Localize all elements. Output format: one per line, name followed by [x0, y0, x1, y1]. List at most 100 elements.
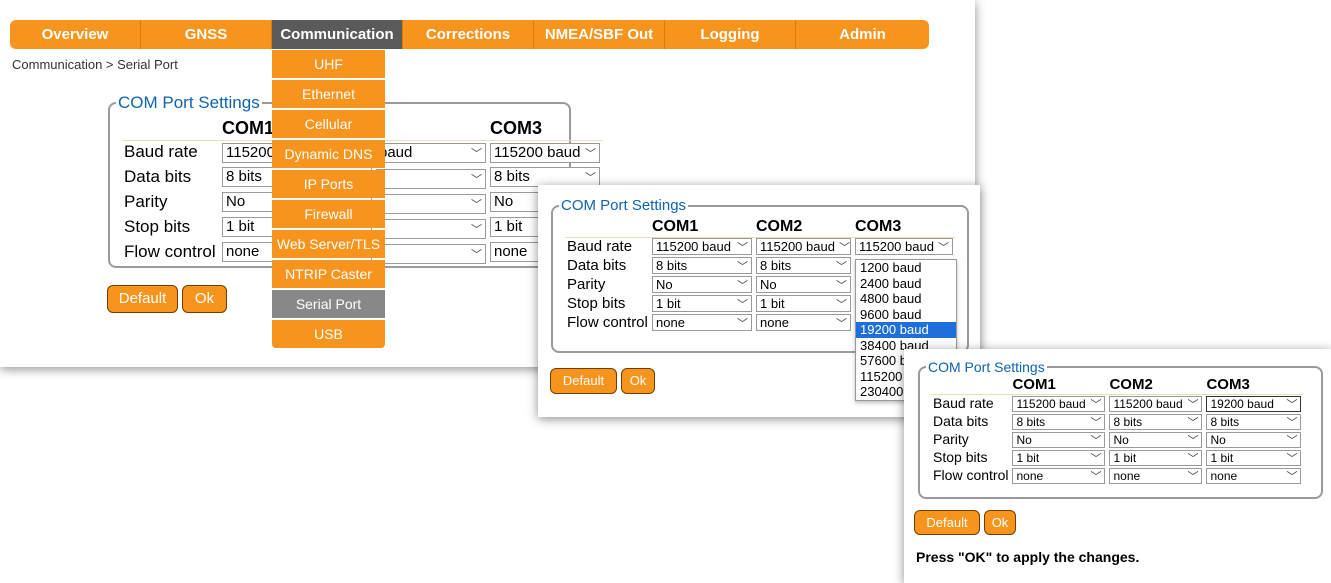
com2-baud-value: 115200 baud [760, 239, 835, 255]
com2-baud-select[interactable]: baud ﹀ [376, 142, 486, 163]
chevron-down-icon: ﹀ [471, 199, 482, 211]
chevron-down-icon: ﹀ [1286, 416, 1298, 429]
chevron-down-icon: ﹀ [1286, 398, 1298, 411]
chevron-down-icon: ﹀ [1090, 434, 1102, 447]
submenu-dynamic-dns[interactable]: Dynamic DNS [272, 140, 385, 168]
com2-flow-control-select[interactable]: none ﹀ [756, 314, 851, 331]
data-bits-label: Data bits [567, 257, 627, 274]
chevron-down-icon: ﹀ [1090, 398, 1102, 411]
com2-data-bits-select[interactable]: 8 bits ﹀ [756, 257, 851, 274]
baud-option-2400[interactable]: 2400 baud [856, 276, 956, 292]
com1-baud-select[interactable]: 115200 baud ﹀ [1012, 395, 1106, 412]
com2-flow-control-select[interactable]: none ﹀ [1109, 467, 1203, 484]
submenu-cellular[interactable]: Cellular [272, 110, 385, 138]
com1-data-bits-value: 8 bits [226, 168, 262, 186]
com-port-settings-legend: COM Port Settings [561, 197, 687, 214]
data-bits-label: Data bits [124, 166, 192, 186]
ok-button[interactable]: Ok [984, 510, 1016, 535]
chevron-down-icon: ﹀ [1187, 398, 1199, 411]
com2-parity-select[interactable]: No ﹀ [756, 276, 851, 293]
com3-stop-bits-select[interactable]: 1 bit ﹀ [1206, 449, 1302, 466]
com2-baud-select[interactable]: 115200 baud ﹀ [756, 238, 851, 256]
com2-data-bits-select[interactable]: ﹀ [376, 169, 486, 189]
com1-stop-bits-select[interactable]: 1 bit ﹀ [652, 295, 752, 312]
nav-communication[interactable]: Communication [272, 20, 403, 49]
default-button[interactable]: Default [550, 368, 617, 394]
com1-stop-bits-select[interactable]: 1 bit ﹀ [1012, 449, 1106, 466]
com2-stop-bits-select[interactable]: ﹀ [376, 219, 486, 239]
baud-option-19200[interactable]: 19200 baud [856, 322, 956, 338]
com3-data-bits-select[interactable]: 8 bits ﹀ [490, 166, 600, 187]
baud-option-4800[interactable]: 4800 baud [856, 291, 956, 307]
apply-changes-message: Press "OK" to apply the changes. [916, 549, 1140, 565]
ok-button[interactable]: Ok [621, 368, 655, 394]
parity-label: Parity [567, 276, 606, 293]
com-port-settings-legend: COM Port Settings [118, 93, 260, 112]
com3-baud-select[interactable]: 19200 baud ﹀ [1206, 395, 1302, 412]
com1-data-bits-value: 8 bits [656, 258, 688, 273]
confirm-changes-window: COM Port Settings COM1 COM2 COM3 Baud ra… [904, 349, 1331, 583]
com3-stop-bits-value: 1 bit [494, 218, 523, 236]
default-button[interactable]: Default [107, 285, 178, 313]
com3-baud-select[interactable]: 115200 baud ﹀ [855, 238, 953, 256]
com1-baud-select[interactable]: 115200 baud ﹀ [652, 238, 752, 256]
nav-admin[interactable]: Admin [796, 20, 929, 49]
com2-baud-select[interactable]: 115200 baud ﹀ [1109, 395, 1203, 412]
submenu-web-server-tls[interactable]: Web Server/TLS [272, 230, 385, 258]
com1-flow-control-value: none [1016, 468, 1044, 483]
nav-logging[interactable]: Logging [665, 20, 796, 49]
submenu-ntrip-caster[interactable]: NTRIP Caster [272, 260, 385, 288]
nav-overview[interactable]: Overview [10, 20, 141, 49]
com2-stop-bits-value: 1 bit [760, 296, 785, 311]
flow-control-label: Flow control [933, 467, 1009, 483]
com2-baud-value: 115200 baud [1113, 396, 1183, 411]
nav-corrections[interactable]: Corrections [403, 20, 534, 49]
com3-data-bits-value: 8 bits [1210, 414, 1240, 429]
com2-parity-select[interactable]: No ﹀ [1109, 431, 1203, 448]
com1-data-bits-select[interactable]: 8 bits ﹀ [1012, 413, 1106, 430]
com1-flow-control-select[interactable]: none ﹀ [1012, 467, 1106, 484]
data-bits-label: Data bits [933, 413, 989, 429]
com1-data-bits-select[interactable]: 8 bits ﹀ [652, 257, 752, 274]
chevron-down-icon: ﹀ [471, 174, 482, 186]
submenu-usb[interactable]: USB [272, 320, 385, 348]
com2-stop-bits-select[interactable]: 1 bit ﹀ [756, 295, 851, 312]
column-header-com3: COM3 [490, 118, 543, 139]
submenu-serial-port[interactable]: Serial Port [272, 290, 385, 318]
nav-gnss[interactable]: GNSS [141, 20, 272, 49]
ok-button[interactable]: Ok [182, 285, 227, 313]
com2-stop-bits-select[interactable]: 1 bit ﹀ [1109, 449, 1203, 466]
com3-baud-select[interactable]: 115200 baud ﹀ [490, 142, 600, 163]
com2-flow-control-select[interactable]: ﹀ [376, 244, 486, 264]
parity-label: Parity [933, 431, 969, 447]
submenu-uhf[interactable]: UHF [272, 50, 385, 78]
com1-baud-value: 115200 [226, 144, 275, 161]
default-button[interactable]: Default [914, 510, 980, 535]
submenu-firewall[interactable]: Firewall [272, 200, 385, 228]
nav-nmea-sbf-out[interactable]: NMEA/SBF Out [534, 20, 665, 49]
baud-option-1200[interactable]: 1200 baud [856, 260, 956, 276]
com1-baud-value: 115200 baud [656, 239, 731, 255]
com3-parity-select[interactable]: No ﹀ [1206, 431, 1302, 448]
com2-data-bits-select[interactable]: 8 bits ﹀ [1109, 413, 1203, 430]
chevron-down-icon: ﹀ [1187, 470, 1199, 483]
flow-control-label: Flow control [124, 241, 216, 261]
parity-label: Parity [124, 191, 168, 211]
com1-flow-control-select[interactable]: none ﹀ [652, 314, 752, 331]
com3-baud-value: 19200 baud [1210, 396, 1274, 411]
communication-submenu: UHF Ethernet Cellular Dynamic DNS IP Por… [272, 50, 385, 350]
com3-data-bits-select[interactable]: 8 bits ﹀ [1206, 413, 1302, 430]
com1-flow-control-value: none [656, 315, 685, 330]
com3-flow-control-select[interactable]: none ﹀ [1206, 467, 1302, 484]
submenu-ethernet[interactable]: Ethernet [272, 80, 385, 108]
com2-parity-select[interactable]: ﹀ [376, 194, 486, 214]
chevron-down-icon: ﹀ [1090, 452, 1102, 465]
com1-parity-select[interactable]: No ﹀ [1012, 431, 1106, 448]
com3-baud-value: 115200 baud [494, 144, 581, 161]
com-port-settings-legend: COM Port Settings [928, 359, 1045, 375]
com1-parity-select[interactable]: No ﹀ [652, 276, 752, 293]
row-header-empty [931, 375, 1010, 394]
submenu-ip-ports[interactable]: IP Ports [272, 170, 385, 198]
baud-option-9600[interactable]: 9600 baud [856, 307, 956, 323]
com2-parity-value: No [1113, 432, 1129, 447]
